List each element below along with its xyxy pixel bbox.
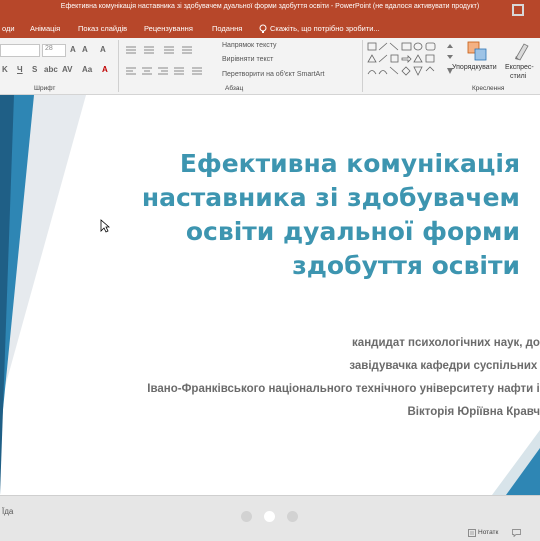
subtitle-line: Вікторія Юріївна Кравченко xyxy=(407,406,540,418)
group-paragraph-label: Абзац xyxy=(225,85,244,92)
notes-icon[interactable] xyxy=(468,529,476,537)
subtitle-line: кандидат психологічних наук, доцент xyxy=(352,337,540,349)
divider xyxy=(362,40,363,92)
clear-format-icon[interactable]: A xyxy=(100,45,106,54)
text-direction-button[interactable]: Напрямок тексту xyxy=(222,42,277,49)
status-bar: Їда Нотатк xyxy=(0,495,540,541)
slide-nav-dot[interactable] xyxy=(287,511,298,522)
window-title: Ефективна комунікація наставника зі здоб… xyxy=(60,3,480,10)
quick-styles-label[interactable]: Експрес- xyxy=(505,64,534,71)
list-icons[interactable] xyxy=(124,44,204,56)
tab-animation[interactable]: Анімація xyxy=(30,24,60,33)
account-icon[interactable] xyxy=(510,2,526,18)
slide-title-line: наставника зі здобувачем xyxy=(141,183,520,212)
slide-title-line: освіти дуальної форми xyxy=(185,217,520,246)
slide-title[interactable]: Ефективна комунікація наставника зі здоб… xyxy=(100,147,520,283)
group-drawing-label: Креслення xyxy=(472,85,505,92)
subtitle-line: завідувачка кафедри суспільних наук xyxy=(349,360,540,372)
quick-styles-label-2[interactable]: стилі xyxy=(510,73,526,80)
ribbon-tabs: оди Анімація Показ слайдів Рецензування … xyxy=(0,20,540,38)
quick-styles-icon[interactable] xyxy=(512,40,534,62)
tab-transitions[interactable]: оди xyxy=(2,24,15,33)
tab-slideshow[interactable]: Показ слайдів xyxy=(78,24,127,33)
tab-view[interactable]: Подання xyxy=(212,24,242,33)
font-name-field[interactable] xyxy=(0,44,40,57)
slide-decor-right xyxy=(492,430,540,495)
title-bar: Ефективна комунікація наставника зі здоб… xyxy=(0,0,540,20)
font-color-icon[interactable]: A xyxy=(102,65,108,74)
change-case-icon[interactable]: Aa xyxy=(82,65,92,74)
italic-icon[interactable]: K xyxy=(2,65,8,74)
lightbulb-icon xyxy=(259,24,267,33)
char-spacing-icon[interactable]: AV xyxy=(62,65,73,74)
arrange-label[interactable]: Упорядкувати xyxy=(452,64,497,71)
slide-nav-dot-active[interactable] xyxy=(264,511,275,522)
group-font-label: Шрифт xyxy=(34,85,56,92)
font-size-value: 28 xyxy=(45,45,53,52)
slide-title-line: здобуття освіти xyxy=(292,251,520,280)
tab-review[interactable]: Рецензування xyxy=(144,24,193,33)
underline-icon[interactable]: Ч xyxy=(17,65,23,74)
slide-nav-dot[interactable] xyxy=(241,511,252,522)
slide-title-line: Ефективна комунікація xyxy=(179,149,520,178)
divider xyxy=(118,40,119,92)
tell-me-search[interactable]: Скажіть, що потрібно зробити... xyxy=(270,24,380,33)
subtitle-line: Івано-Франківського національного техніч… xyxy=(147,383,540,395)
shadow-icon[interactable]: S xyxy=(32,65,37,74)
convert-smartart-button[interactable]: Перетворити на об'єкт SmartArt xyxy=(222,71,325,78)
shrink-font-icon[interactable]: A xyxy=(82,45,88,54)
ribbon: 28 A A A K Ч S abc AV Aa A Шрифт Напрямо… xyxy=(0,38,540,95)
notes-button[interactable]: Нотатк xyxy=(478,529,498,536)
grow-font-icon[interactable]: A xyxy=(70,45,76,54)
align-icons[interactable] xyxy=(124,65,214,77)
comments-icon[interactable] xyxy=(512,529,521,537)
align-text-button[interactable]: Вирівняти текст xyxy=(222,56,273,63)
mouse-cursor-icon xyxy=(100,219,110,233)
strikethrough-icon[interactable]: abc xyxy=(44,65,58,74)
slide-decor-left xyxy=(0,95,86,495)
arrange-icon[interactable] xyxy=(466,40,488,62)
slide[interactable]: Ефективна комунікація наставника зі здоб… xyxy=(0,95,540,495)
shapes-gallery-icon[interactable] xyxy=(366,41,440,81)
font-size-field[interactable]: 28 xyxy=(42,44,66,57)
status-text: Їда xyxy=(2,507,14,516)
